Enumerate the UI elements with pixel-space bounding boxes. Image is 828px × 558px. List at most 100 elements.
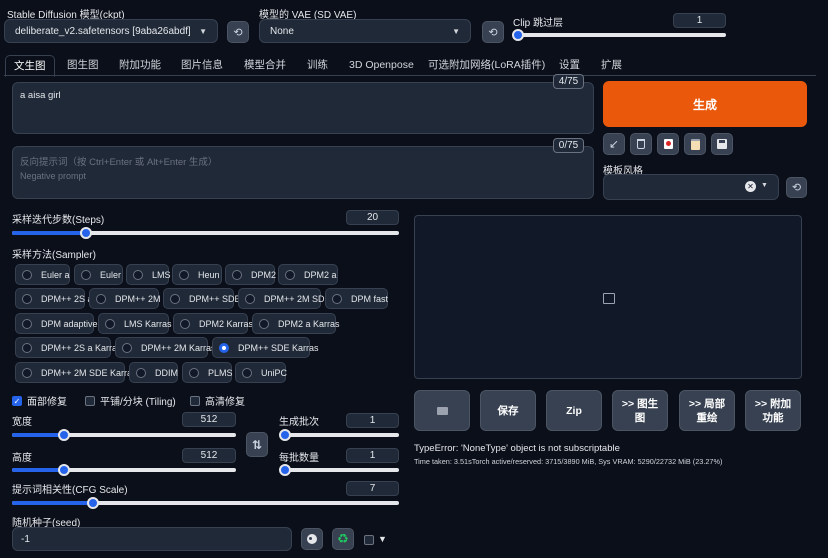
radio-dot bbox=[22, 293, 32, 304]
send-to-extras-button[interactable]: >> 附加 功能 bbox=[745, 390, 801, 431]
refresh-vae-button[interactable]: ⟲ bbox=[482, 21, 504, 43]
sampler-option[interactable]: DPM adaptive bbox=[15, 313, 98, 334]
tab-merge[interactable]: 模型合并 bbox=[244, 55, 286, 75]
sampler-option[interactable]: DPM2 bbox=[225, 264, 277, 285]
width-value[interactable]: 512 bbox=[182, 412, 236, 427]
sampler-option[interactable]: PLMS bbox=[182, 362, 233, 383]
batch-count-thumb[interactable] bbox=[279, 429, 291, 441]
sampler-option-label: DPM2 bbox=[251, 269, 277, 280]
sampler-option[interactable]: Euler bbox=[74, 264, 123, 285]
radio-dot bbox=[22, 342, 32, 353]
clip-thumb[interactable] bbox=[512, 29, 524, 41]
show-extra-networks-button[interactable] bbox=[657, 133, 679, 155]
tab-txt2img[interactable]: 文生图 bbox=[5, 55, 55, 77]
width-thumb[interactable] bbox=[57, 429, 70, 441]
steps-slider[interactable] bbox=[12, 227, 399, 239]
sampler-label: 采样方法(Sampler) bbox=[12, 250, 96, 261]
tiling-checkbox[interactable]: 平铺/分块 (Tiling) bbox=[85, 393, 176, 408]
height-value[interactable]: 512 bbox=[182, 448, 236, 463]
read-params-button[interactable]: ↙ bbox=[603, 133, 625, 155]
prompt-input[interactable]: a aisa girl bbox=[12, 82, 594, 134]
arrow-in-icon: ↙ bbox=[608, 137, 620, 151]
sampler-option-label: DPM++ 2M Karras bbox=[141, 342, 216, 353]
tab-png-info[interactable]: 图片信息 bbox=[181, 55, 223, 75]
sampler-option[interactable]: Euler a bbox=[15, 264, 70, 285]
save-button[interactable]: 保存 bbox=[480, 390, 536, 431]
sampler-option[interactable]: DPM2 Karras bbox=[173, 313, 253, 334]
clip-value[interactable]: 1 bbox=[673, 13, 726, 28]
sampler-option[interactable]: DPM++ 2M SDE bbox=[238, 288, 331, 309]
hires-checkbox[interactable]: 高清修复 bbox=[190, 393, 245, 408]
zip-button[interactable]: Zip bbox=[546, 390, 602, 431]
clear-prompt-button[interactable] bbox=[630, 133, 652, 155]
tab-settings[interactable]: 设置 bbox=[559, 55, 580, 75]
batch-count-slider[interactable] bbox=[279, 429, 399, 441]
sampler-option[interactable]: LMS Karras bbox=[98, 313, 172, 334]
batch-size-label: 每批数量 bbox=[279, 453, 319, 464]
swap-icon: ⇅ bbox=[251, 437, 263, 452]
sampler-option[interactable]: LMS bbox=[126, 264, 171, 285]
batch-size-slider[interactable] bbox=[279, 464, 399, 476]
cfg-slider[interactable] bbox=[12, 497, 399, 509]
ckpt-select[interactable]: deliberate_v2.safetensors [9aba26abdf] ▼ bbox=[4, 19, 218, 43]
radio-dot bbox=[285, 269, 295, 280]
batch-size-value[interactable]: 1 bbox=[346, 448, 399, 463]
expand-triangle-icon[interactable]: ▼ bbox=[378, 534, 387, 544]
reuse-seed-button[interactable]: ♻ bbox=[332, 528, 354, 550]
checkbox-unchecked bbox=[85, 395, 95, 406]
random-seed-button[interactable] bbox=[301, 528, 323, 550]
face-restore-checkbox[interactable]: ✓ 面部修复 bbox=[12, 393, 67, 408]
sampler-option[interactable]: DPM++ 2M SDE Karras bbox=[15, 362, 137, 383]
send-to-img2img-button[interactable]: >> 图生 图 bbox=[612, 390, 668, 431]
sampler-option[interactable]: DPM++ 2S a Karras bbox=[15, 337, 122, 358]
sampler-option[interactable]: UniPC bbox=[235, 362, 287, 383]
tab-lora[interactable]: 可选附加网络(LoRA插件) bbox=[428, 55, 545, 75]
seed-input[interactable]: -1 bbox=[12, 527, 292, 551]
ckpt-value: deliberate_v2.safetensors [9aba26abdf] bbox=[15, 25, 191, 37]
close-icon[interactable]: ✕ bbox=[745, 181, 756, 192]
generate-button[interactable]: 生成 bbox=[603, 81, 807, 127]
sampler-option-selected[interactable]: DPM++ SDE Karras bbox=[212, 337, 319, 358]
tab-train[interactable]: 训练 bbox=[307, 55, 328, 75]
apply-style-button[interactable] bbox=[684, 133, 706, 155]
tab-extras[interactable]: 附加功能 bbox=[119, 55, 161, 75]
sampler-option[interactable]: Heun bbox=[172, 264, 222, 285]
sampler-option-label: DPM++ 2M bbox=[115, 293, 161, 304]
steps-value[interactable]: 20 bbox=[346, 210, 399, 225]
save-style-button[interactable] bbox=[711, 133, 733, 155]
sampler-option[interactable]: DPM++ SDE bbox=[163, 288, 241, 309]
send-to-inpaint-button[interactable]: >> 局部 重绘 bbox=[679, 390, 735, 431]
sampler-option[interactable]: DPM++ 2M bbox=[89, 288, 161, 309]
steps-thumb[interactable] bbox=[79, 227, 92, 239]
height-thumb[interactable] bbox=[57, 464, 70, 476]
radio-dot bbox=[245, 293, 255, 304]
sampler-option[interactable]: DPM++ 2M Karras bbox=[115, 337, 216, 358]
tab-img2img[interactable]: 图生图 bbox=[67, 55, 99, 75]
clip-slider[interactable] bbox=[512, 29, 726, 41]
refresh-styles-button[interactable]: ⟲ bbox=[786, 177, 807, 198]
extra-seed-checkbox[interactable] bbox=[364, 535, 374, 548]
height-slider[interactable] bbox=[12, 464, 236, 476]
sampler-option[interactable]: DPM fast bbox=[325, 288, 388, 309]
cfg-value[interactable]: 7 bbox=[346, 481, 399, 496]
cfg-thumb[interactable] bbox=[87, 497, 100, 509]
refresh-ckpt-button[interactable]: ⟲ bbox=[227, 21, 249, 43]
open-folder-button[interactable] bbox=[414, 390, 470, 431]
sampler-option[interactable]: DPM++ 2S a bbox=[15, 288, 93, 309]
sampler-option[interactable]: DPM2 a Karras bbox=[252, 313, 340, 334]
radio-dot bbox=[232, 269, 242, 280]
checkbox-unchecked bbox=[364, 535, 374, 545]
batch-count-value[interactable]: 1 bbox=[346, 413, 399, 428]
height-fill bbox=[12, 468, 64, 472]
tab-openpose[interactable]: 3D Openpose bbox=[349, 55, 414, 75]
width-slider[interactable] bbox=[12, 429, 236, 441]
sampler-option[interactable]: DPM2 a bbox=[278, 264, 338, 285]
swap-dimensions-button[interactable]: ⇅ bbox=[246, 432, 268, 457]
vae-select[interactable]: None ▼ bbox=[259, 19, 471, 43]
batch-size-thumb[interactable] bbox=[279, 464, 291, 476]
tab-extensions[interactable]: 扩展 bbox=[601, 55, 622, 75]
style-select[interactable]: ✕ ▼ bbox=[603, 174, 779, 200]
negative-prompt-input[interactable]: 反向提示词（按 Ctrl+Enter 或 Alt+Enter 生成） Negat… bbox=[12, 146, 594, 199]
radio-dot bbox=[22, 318, 32, 329]
sampler-option[interactable]: DDIM bbox=[129, 362, 178, 383]
